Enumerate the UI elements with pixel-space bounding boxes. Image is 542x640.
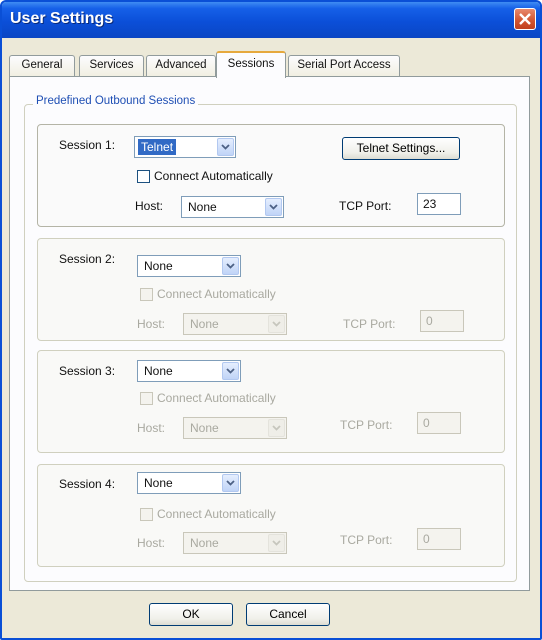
session-4-connect-label: Connect Automatically: [157, 507, 276, 521]
close-icon: [519, 13, 531, 25]
session-1-host-label: Host:: [135, 199, 164, 213]
chevron-down-icon[interactable]: [217, 138, 234, 156]
chevron-down-icon: [268, 315, 285, 333]
session-1-label: Session 1:: [59, 138, 116, 152]
session-3-host-select: None: [183, 417, 287, 439]
session-2-label: Session 2:: [59, 252, 116, 266]
chevron-down-icon: [268, 419, 285, 437]
session-4-label: Session 4:: [59, 477, 116, 491]
session-3-port-label: TCP Port:: [340, 418, 393, 432]
group-title: Predefined Outbound Sessions: [33, 95, 199, 107]
session-2-port-label: TCP Port:: [343, 317, 396, 331]
session-1-host-value: None: [188, 200, 217, 214]
session-4-host-select: None: [183, 532, 287, 554]
tab-general[interactable]: General: [9, 55, 75, 76]
session-1-type-select[interactable]: Telnet: [134, 136, 236, 158]
session-3-host-value: None: [190, 421, 219, 435]
session-3-label: Session 3:: [59, 364, 116, 378]
session-2-connect-checkbox: [140, 288, 153, 301]
telnet-settings-button[interactable]: Telnet Settings...: [342, 137, 460, 160]
chevron-down-icon: [268, 534, 285, 552]
session-1-port-input[interactable]: 23: [417, 193, 461, 215]
cancel-button[interactable]: Cancel: [246, 603, 330, 626]
session-1-host-select[interactable]: None: [181, 196, 284, 218]
session-1-type-value: Telnet: [138, 139, 177, 155]
session-3-type-value: None: [144, 364, 173, 378]
tab-serial-port-access[interactable]: Serial Port Access: [288, 55, 400, 76]
chevron-down-icon[interactable]: [265, 198, 282, 216]
session-4-host-label: Host:: [137, 536, 166, 550]
session-3-port-input: 0: [417, 412, 461, 434]
title-bar[interactable]: User Settings: [2, 2, 540, 38]
session-2-connect-label: Connect Automatically: [157, 287, 276, 301]
session-3-connect-label: Connect Automatically: [157, 391, 276, 405]
session-2-host-label: Host:: [137, 317, 166, 331]
session-3-host-label: Host:: [137, 421, 166, 435]
ok-button[interactable]: OK: [149, 603, 233, 626]
tab-services[interactable]: Services: [79, 55, 144, 76]
close-button[interactable]: [514, 8, 536, 30]
chevron-down-icon[interactable]: [222, 257, 239, 275]
session-1-connect-checkbox[interactable]: [137, 170, 150, 183]
session-4-connect-checkbox: [140, 508, 153, 521]
session-4-port-label: TCP Port:: [340, 533, 393, 547]
session-2-host-value: None: [190, 317, 219, 331]
session-2-port-input: 0: [420, 310, 464, 332]
session-1-connect-label[interactable]: Connect Automatically: [154, 169, 273, 183]
session-4-host-value: None: [190, 536, 219, 550]
tab-sessions[interactable]: Sessions: [216, 51, 286, 78]
tab-advanced[interactable]: Advanced: [146, 55, 216, 76]
session-4-type-select[interactable]: None: [137, 472, 241, 494]
window-title: User Settings: [10, 10, 114, 27]
chevron-down-icon[interactable]: [222, 362, 239, 380]
session-4-type-value: None: [144, 476, 173, 490]
session-2-host-select: None: [183, 313, 287, 335]
session-3-connect-checkbox: [140, 392, 153, 405]
session-4-port-input: 0: [417, 528, 461, 550]
session-2-type-value: None: [144, 259, 173, 273]
session-3-type-select[interactable]: None: [137, 360, 241, 382]
session-2-type-select[interactable]: None: [137, 255, 241, 277]
chevron-down-icon[interactable]: [222, 474, 239, 492]
session-1-port-label: TCP Port:: [339, 199, 392, 213]
